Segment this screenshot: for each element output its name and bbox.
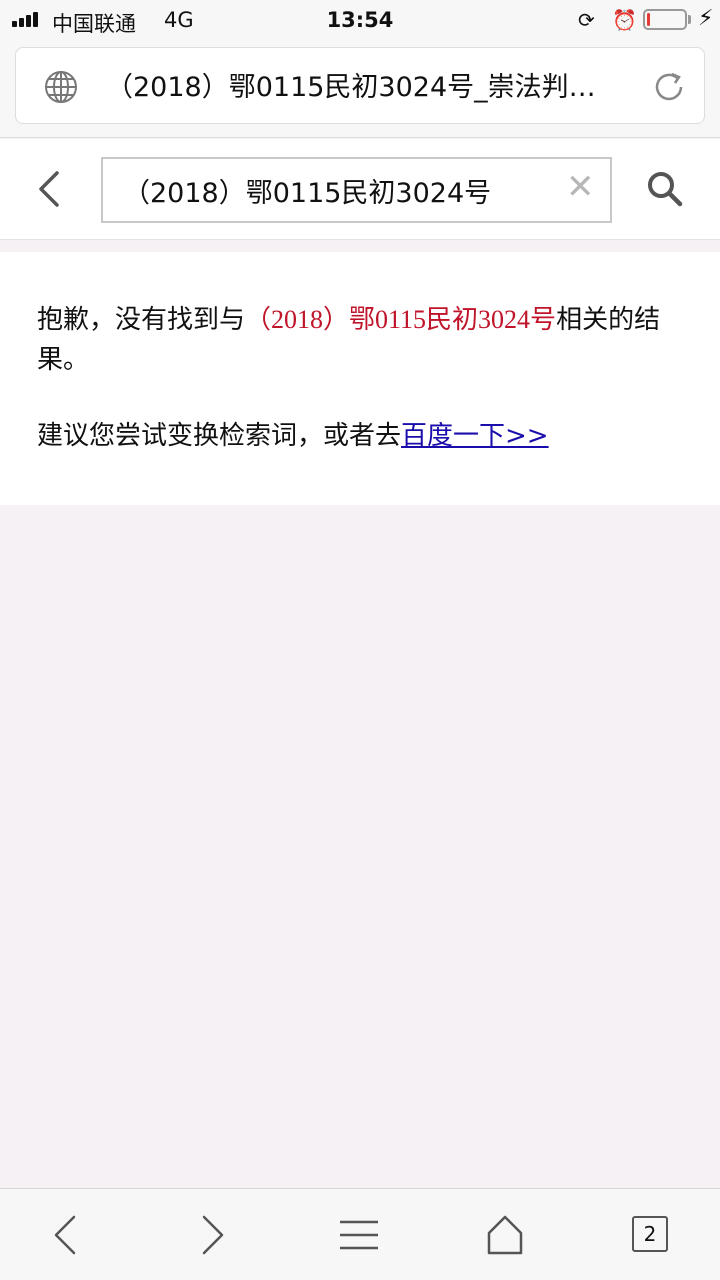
back-icon[interactable] xyxy=(33,169,63,209)
orientation-lock-icon: ⟳ xyxy=(578,8,595,32)
search-header: ✕ xyxy=(0,139,720,240)
search-icon[interactable] xyxy=(645,169,685,209)
address-bar-area: （2018）鄂0115民初3024号_崇法判… xyxy=(0,40,720,138)
suggestion-message: 建议您尝试变换检索词，或者去百度一下>> xyxy=(37,416,687,456)
charging-icon: ⚡ xyxy=(698,6,714,31)
menu-icon[interactable] xyxy=(335,1213,383,1257)
forward-icon[interactable] xyxy=(188,1213,236,1257)
alarm-icon: ⏰ xyxy=(612,8,637,32)
globe-icon xyxy=(45,71,77,103)
battery-tip xyxy=(688,15,691,24)
tabs-icon[interactable]: 2 xyxy=(632,1216,668,1252)
back-icon[interactable] xyxy=(42,1213,90,1257)
clear-icon[interactable]: ✕ xyxy=(566,167,595,207)
no-result-message: 抱歉，没有找到与（2018）鄂0115民初3024号相关的结果。 xyxy=(37,300,687,380)
result-card: 抱歉，没有找到与（2018）鄂0115民初3024号相关的结果。 建议您尝试变换… xyxy=(0,252,720,505)
address-bar[interactable]: （2018）鄂0115民初3024号_崇法判… xyxy=(15,47,705,124)
battery-level xyxy=(647,13,650,26)
baidu-search-link[interactable]: 百度一下>> xyxy=(401,421,549,451)
status-bar: 中国联通 4G 13:54 ⟳ ⏰ ⚡ xyxy=(0,0,720,40)
suggestion-prefix: 建议您尝试变换检索词，或者去 xyxy=(37,421,402,451)
highlighted-query: （2018）鄂0115民初3024号 xyxy=(245,305,557,334)
battery-icon xyxy=(643,9,687,30)
search-input[interactable] xyxy=(101,157,612,223)
bottom-toolbar: 2 xyxy=(0,1188,720,1280)
page-title[interactable]: （2018）鄂0115民初3024号_崇法判… xyxy=(106,70,646,106)
reload-icon[interactable] xyxy=(650,68,688,106)
no-result-prefix: 抱歉，没有找到与 xyxy=(37,305,246,335)
home-icon[interactable] xyxy=(481,1213,529,1257)
